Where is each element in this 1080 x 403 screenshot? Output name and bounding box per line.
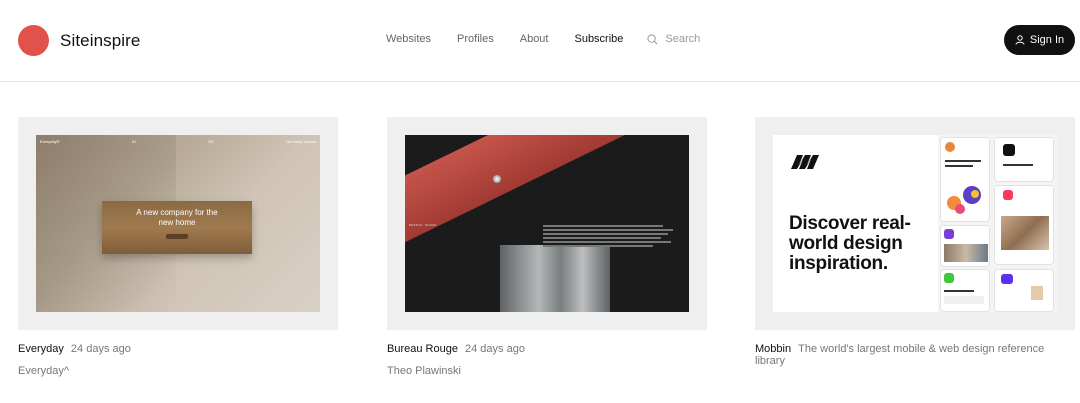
phone-mockup — [940, 225, 990, 267]
site-card[interactable]: Discover real-world design inspiration. — [755, 117, 1075, 367]
nav-profiles[interactable]: Profiles — [457, 33, 494, 45]
brand-mark-icon — [18, 25, 49, 56]
nav-websites[interactable]: Websites — [386, 33, 431, 45]
search-field[interactable]: Search — [647, 33, 700, 45]
mobbin-logo-icon — [791, 155, 819, 169]
phone-mockup — [994, 137, 1054, 182]
phone-mockup — [940, 269, 990, 312]
main-nav: Websites Profiles About Subscribe Search — [386, 33, 700, 45]
preview-image: BUREAU ROUGE — [405, 135, 689, 312]
site-name[interactable]: Mobbin — [755, 343, 791, 355]
site-thumbnail[interactable]: Discover real-world design inspiration. — [755, 117, 1075, 330]
site-card[interactable]: Everyday® Ai OS Get early access A new c… — [18, 117, 338, 377]
site-credit[interactable]: Everyday^ — [18, 365, 338, 377]
site-description: The world's largest mobile & web design … — [755, 343, 1045, 367]
preview-headline: A new company for the new home — [136, 208, 218, 227]
preview-headline: Discover real-world design inspiration. — [789, 213, 911, 274]
preview-product-box: A new company for the new home — [102, 201, 252, 254]
preview-nav-item: OS — [208, 139, 214, 144]
preview-image: Discover real-world design inspiration. — [773, 135, 1057, 312]
phone-mockup — [994, 269, 1054, 312]
brand-logo[interactable]: Siteinspire — [18, 25, 140, 56]
preview-nav-item: Get early access — [286, 139, 316, 144]
site-name[interactable]: Everyday — [18, 343, 64, 355]
phone-mockup — [940, 137, 990, 222]
user-icon — [1015, 35, 1025, 45]
preview-image: Everyday® Ai OS Get early access A new c… — [36, 135, 320, 312]
site-thumbnail[interactable]: BUREAU ROUGE — [387, 117, 707, 330]
preview-label: BUREAU ROUGE — [409, 223, 437, 227]
sign-in-button[interactable]: Sign In — [1004, 25, 1075, 55]
preview-nav-item: Everyday® — [40, 139, 60, 144]
preview-body-text — [543, 225, 678, 249]
search-placeholder: Search — [665, 33, 701, 45]
preview-nav-item: Ai — [132, 139, 136, 144]
brand-name: Siteinspire — [60, 30, 141, 50]
phone-mockup — [994, 185, 1054, 265]
site-credit[interactable]: Theo Plawinski — [387, 365, 707, 377]
site-name[interactable]: Bureau Rouge — [387, 343, 458, 355]
sign-in-label: Sign In — [1029, 34, 1065, 46]
site-card[interactable]: BUREAU ROUGE Bureau Rouge 24 days ago Th… — [387, 117, 707, 377]
nav-about[interactable]: About — [520, 33, 549, 45]
nav-subscribe[interactable]: Subscribe — [574, 33, 623, 45]
site-header: Siteinspire Websites Profiles About Subs… — [0, 0, 1080, 82]
site-thumbnail[interactable]: Everyday® Ai OS Get early access A new c… — [18, 117, 338, 330]
search-icon — [647, 33, 658, 44]
site-age: 24 days ago — [465, 343, 525, 355]
site-age: 24 days ago — [70, 343, 131, 355]
